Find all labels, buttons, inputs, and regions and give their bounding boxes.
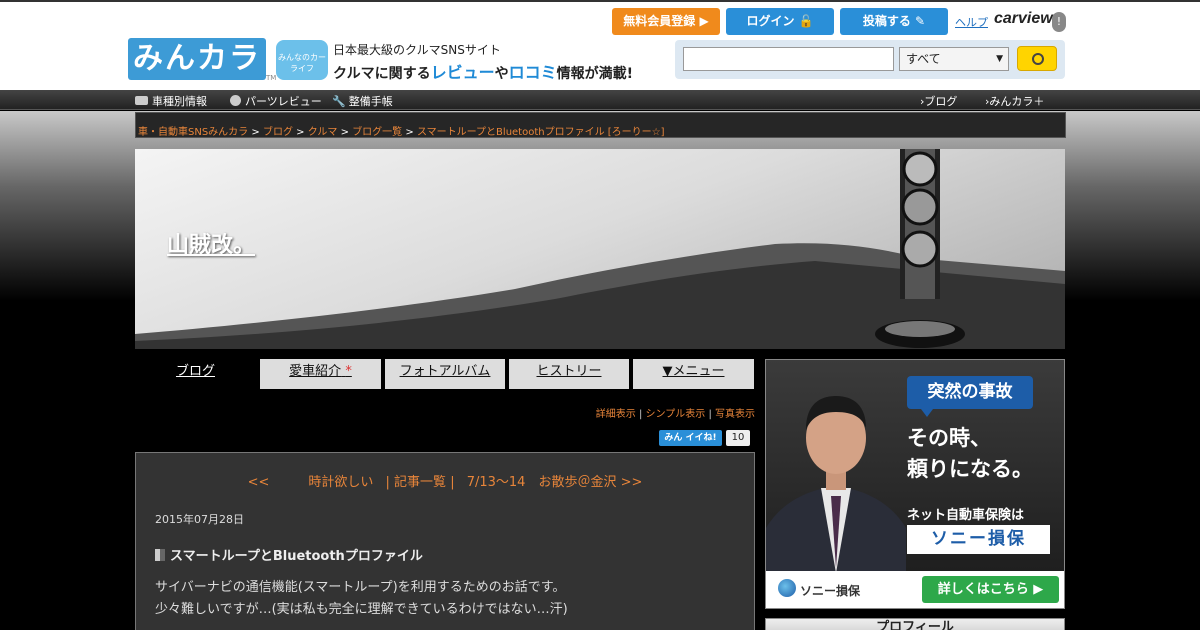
breadcrumb-link[interactable]: 車・自動車SNSみんカラ [138,127,248,137]
blog-banner: 山賊改。 [135,149,1065,349]
blog-tabs: ブログ 愛車紹介 * フォトアルバム ヒストリー ▼メニュー [135,359,755,389]
tab-blog[interactable]: ブログ [135,359,256,389]
post-body-line: サイバーナビの通信機能(スマートループ)を利用するためのお話です。 [155,580,566,595]
post-title: スマートループとBluetoothプロファイル [155,545,423,564]
ad-headline-line: 頼りになる。 [907,457,1033,481]
ad-bubble-tail [921,409,933,417]
wrench-icon: 🔧 [332,95,346,108]
post-navigation: << 時計欲しい | 記事一覧 | 7/13～14 お散歩＠金沢 >> [136,471,754,490]
new-mark: * [345,364,352,379]
tab-photo-album[interactable]: フォトアルバム [385,359,505,389]
post-body-line: 少々難しいですが…(実は私も完全に理解できているわけではない…汗) [155,602,568,617]
breadcrumb-sep: > [296,127,305,138]
tab-history[interactable]: ヒストリー [509,359,629,389]
nav-label: 整備手帳 [348,95,393,108]
iine-count: 10 [726,430,750,446]
breadcrumb-link[interactable]: ブログ [263,127,293,137]
tab-menu[interactable]: ▼メニュー [633,359,754,389]
ad-details-button[interactable]: 詳しくはこちら ▶ [922,576,1059,603]
login-button[interactable]: ログイン 🔓 [726,8,834,35]
logo-trademark: TM [266,74,277,82]
carview-logo[interactable]: carview [994,10,1053,28]
search-button[interactable] [1017,46,1057,71]
tagline-part: クルマに関する [333,66,431,82]
prev-post-link[interactable]: << 時計欲しい [248,475,374,490]
nav-parts-review[interactable]: パーツレビュー [230,93,322,109]
ad-footer: ソニー損保 詳しくはこちら ▶ [766,571,1064,608]
tagline-review: レビュー [430,63,495,82]
view-simple-link[interactable]: シンプル表示 [646,409,706,420]
car-icon [135,96,148,105]
search-icon [1032,53,1044,65]
help-link[interactable]: ヘルプ [955,14,988,30]
ad-logo-text: ソニー損保 [800,584,861,598]
tagline-bottom: クルマに関するレビューやロコミ情報が満載! [333,59,633,83]
post-body: サイバーナビの通信機能(スマートループ)を利用するためのお話です。 少々難しいで… [155,577,568,621]
ad-headline: その時、 頼りになる。 [907,423,1033,485]
sony-logo-icon [778,579,796,597]
tab-my-car[interactable]: 愛車紹介 * [260,359,381,389]
chevron-down-icon: ▼ [996,54,1003,64]
view-detail-link[interactable]: 詳細表示 [596,409,636,420]
gear-icon [230,95,241,106]
nav-car-models[interactable]: 車種別情報 [135,93,207,109]
tagline-part: 情報が満載! [556,66,634,82]
breadcrumb-sep: > [405,127,414,138]
breadcrumb-link[interactable]: ブログ一覧 [352,127,402,137]
ad-headline-line: その時、 [907,426,991,450]
nav-label: ブログ [924,95,958,108]
tab-label: 愛車紹介 [289,364,342,379]
nav-maintenance[interactable]: 🔧 整備手帳 [332,93,393,109]
profile-header: プロフィール [765,618,1065,630]
tagline-kuchikomi: ロコミ [508,63,557,82]
carview-mark-icon: ! [1052,12,1066,32]
tagline-part: や [494,66,509,82]
sony-insurance-ad[interactable]: 突然の事故 その時、 頼りになる。 ネット自動車保険は ソニー損保 ソニー損保 … [765,359,1065,609]
view-photo-link[interactable]: 写真表示 [715,409,755,420]
ad-person-image [766,396,906,573]
nav-label: パーツレビュー [245,95,322,108]
nav-label: 車種別情報 [152,95,207,108]
blog-title[interactable]: 山賊改。 [167,227,255,259]
post-button[interactable]: 投稿する ✎ [840,8,948,35]
register-button[interactable]: 無料会員登録 ▶ [612,8,720,35]
post-list-link[interactable]: | 記事一覧 | [386,475,455,490]
banner-glass-image [875,149,965,348]
tagline-top: 日本最大級のクルマSNSサイト [333,43,501,57]
ad-subhead: ネット自動車保険は [907,508,1025,523]
minkara-logo[interactable]: みんカラ [128,38,266,80]
breadcrumb-current[interactable]: スマートループとBluetoothプロファイル [ろーりー☆] [417,127,665,137]
view-sep: | [638,409,643,420]
search-category-select[interactable]: すべて ▼ [899,47,1009,71]
global-nav: 車種別情報 パーツレビュー 🔧 整備手帳 ›ブログ ›みんカラ＋ [0,90,1200,110]
nav-blog[interactable]: ›ブログ [920,93,957,109]
title-marker-icon [155,549,165,561]
select-value: すべて [906,52,941,66]
view-sep: | [708,409,712,420]
nav-label: みんカラ＋ [989,95,1045,108]
search-input[interactable] [683,47,894,71]
iine-button[interactable]: みん イイね! [659,430,722,446]
nav-minkara-plus[interactable]: ›みんカラ＋ [985,93,1044,109]
search-box: すべて ▼ [675,40,1065,79]
post-title-text: スマートループとBluetoothプロファイル [170,549,423,564]
breadcrumb: 車・自動車SNSみんカラ > ブログ > クルマ > ブログ一覧 > スマートル… [135,112,1066,138]
post-date: 2015年07月28日 [155,513,244,526]
view-options: 詳細表示 | シンプル表示 | 写真表示 [480,405,755,420]
blog-post: << 時計欲しい | 記事一覧 | 7/13～14 お散歩＠金沢 >> 2015… [135,452,755,630]
car-life-badge: みんなのカーライフ [276,40,328,80]
ad-bubble: 突然の事故 [907,376,1033,409]
ad-brand-box: ソニー損保 [907,525,1050,554]
breadcrumb-sep: > [251,127,260,138]
breadcrumb-sep: > [340,127,349,138]
next-post-link[interactable]: 7/13～14 お散歩＠金沢 >> [467,475,643,490]
breadcrumb-link[interactable]: クルマ [308,127,338,137]
site-header: みんカラ TM みんなのカーライフ 日本最大級のクルマSNSサイト クルマに関す… [0,0,1200,90]
